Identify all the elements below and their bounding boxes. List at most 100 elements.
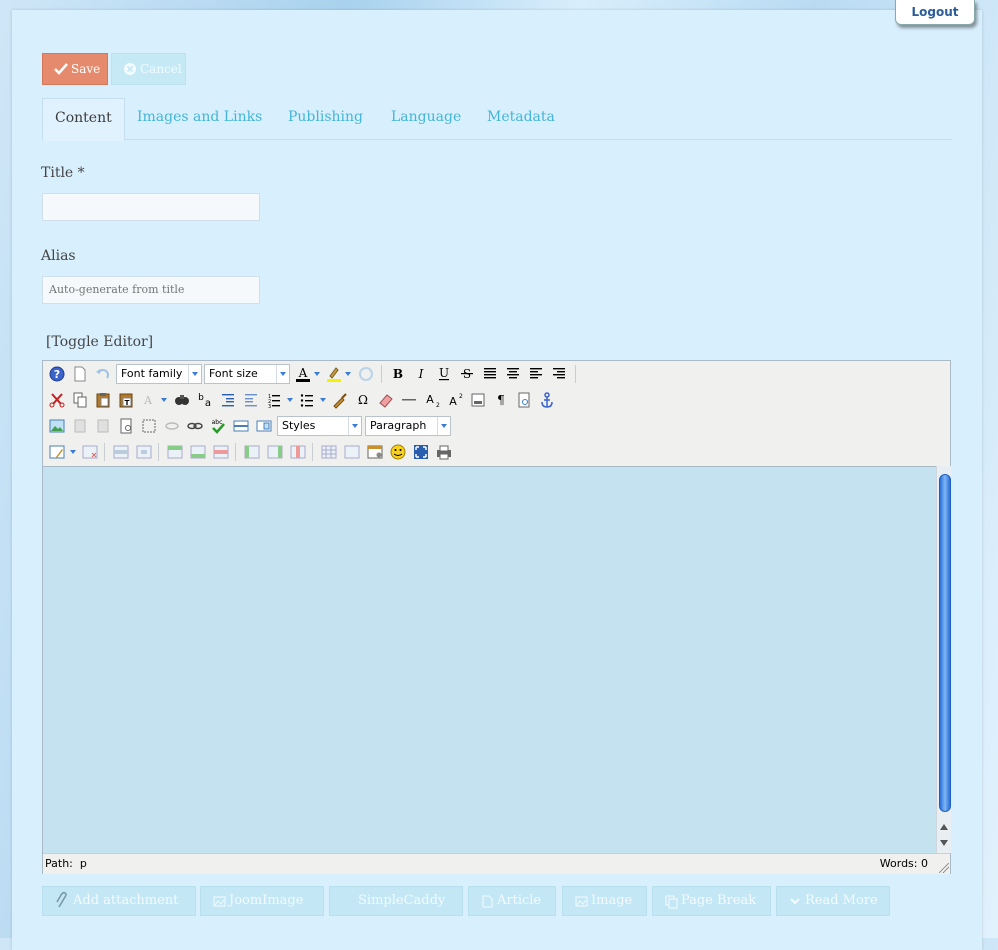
- split-cells-icon[interactable]: [319, 442, 339, 462]
- merge-cells-icon[interactable]: [342, 442, 362, 462]
- svg-text:b: b: [198, 393, 204, 403]
- anchor-icon[interactable]: [537, 390, 557, 410]
- font-family-select[interactable]: Font family: [116, 364, 202, 384]
- spellcheck-icon[interactable]: abc: [208, 416, 228, 436]
- insert-image-icon[interactable]: [47, 416, 67, 436]
- edit-table-icon[interactable]: [47, 442, 67, 462]
- add-attachment-button[interactable]: Add attachment: [42, 886, 196, 916]
- row-before-icon[interactable]: [165, 442, 185, 462]
- highlight-color-icon[interactable]: [324, 364, 344, 384]
- template-icon[interactable]: [93, 416, 113, 436]
- styles-select[interactable]: Styles: [277, 416, 362, 436]
- delete-row-icon[interactable]: [211, 442, 231, 462]
- resize-grip-icon[interactable]: [939, 863, 949, 873]
- logout-button[interactable]: Logout: [895, 0, 975, 25]
- tab-bar: Content Images and Links Publishing Lang…: [42, 98, 952, 141]
- editor-content-area[interactable]: [43, 466, 936, 854]
- format-select[interactable]: Paragraph: [365, 416, 451, 436]
- preview-icon[interactable]: [514, 390, 534, 410]
- delete-table-icon[interactable]: [80, 442, 100, 462]
- align-right-icon[interactable]: [549, 364, 569, 384]
- bullet-list-dropdown[interactable]: [319, 390, 327, 410]
- simplecaddy-button[interactable]: SimpleCaddy: [329, 886, 463, 916]
- insert-layer-icon[interactable]: [468, 390, 488, 410]
- insert-media-icon[interactable]: [70, 416, 90, 436]
- cut-icon[interactable]: [47, 390, 67, 410]
- undo-icon[interactable]: [93, 364, 113, 384]
- strikethrough-icon[interactable]: S: [457, 364, 477, 384]
- tab-content[interactable]: Content: [42, 98, 125, 141]
- col-after-icon[interactable]: [265, 442, 285, 462]
- joomimage-button[interactable]: JoomImage: [200, 886, 324, 916]
- editor-scrollbar[interactable]: [936, 466, 951, 853]
- print-icon[interactable]: [434, 442, 454, 462]
- cite-icon[interactable]: [116, 416, 136, 436]
- find-icon[interactable]: [172, 390, 192, 410]
- emoticon-icon[interactable]: [388, 442, 408, 462]
- fullscreen-icon[interactable]: [411, 442, 431, 462]
- bullet-list-icon[interactable]: [297, 390, 317, 410]
- help-icon[interactable]: ?: [47, 364, 67, 384]
- tab-language[interactable]: Language: [391, 98, 461, 139]
- horizontal-rule-icon[interactable]: [399, 390, 419, 410]
- align-center-icon[interactable]: [503, 364, 523, 384]
- eraser-icon[interactable]: [376, 390, 396, 410]
- italic-icon[interactable]: I: [411, 364, 431, 384]
- align-left-icon[interactable]: [526, 364, 546, 384]
- paperclip-icon: [55, 887, 69, 926]
- tab-publishing[interactable]: Publishing: [288, 98, 363, 139]
- row-props-icon[interactable]: [111, 442, 131, 462]
- title-input[interactable]: [42, 193, 260, 221]
- copy-icon[interactable]: [70, 390, 90, 410]
- text-color-dropdown[interactable]: [313, 364, 321, 384]
- cancel-button[interactable]: Cancel: [111, 53, 186, 85]
- highlight-dropdown[interactable]: [344, 364, 352, 384]
- insert-code-icon[interactable]: [365, 442, 385, 462]
- paste-word-icon[interactable]: A: [139, 390, 159, 410]
- delete-col-icon[interactable]: [288, 442, 308, 462]
- font-size-select[interactable]: Font size: [204, 364, 290, 384]
- paste-dropdown[interactable]: [160, 390, 168, 410]
- unlink-icon[interactable]: [162, 416, 182, 436]
- outdent-icon[interactable]: [241, 390, 261, 410]
- link-icon[interactable]: [185, 416, 205, 436]
- tab-images-and-links[interactable]: Images and Links: [137, 98, 262, 139]
- svg-text:U: U: [439, 366, 449, 380]
- redo-icon[interactable]: [356, 364, 376, 384]
- bold-icon[interactable]: B: [388, 364, 408, 384]
- new-document-icon[interactable]: [70, 364, 90, 384]
- toggle-editor-link[interactable]: [Toggle Editor]: [46, 334, 153, 350]
- special-char-icon[interactable]: Ω: [353, 390, 373, 410]
- replace-icon[interactable]: ba: [195, 390, 215, 410]
- indent-icon[interactable]: [218, 390, 238, 410]
- rich-text-editor: ? Font family Font size A B I U S T A ba…: [42, 360, 951, 874]
- cleanup-icon[interactable]: [330, 390, 350, 410]
- cell-props-icon[interactable]: [134, 442, 154, 462]
- superscript-icon[interactable]: A2: [445, 390, 465, 410]
- numbered-list-icon[interactable]: 123: [264, 390, 284, 410]
- article-button[interactable]: Article: [468, 886, 556, 916]
- underline-icon[interactable]: U: [434, 364, 454, 384]
- page-break-icon[interactable]: [231, 416, 251, 436]
- numbered-list-dropdown[interactable]: [286, 390, 294, 410]
- read-more-button[interactable]: Read More: [776, 886, 890, 916]
- edit-table-dropdown[interactable]: [69, 442, 77, 462]
- scrollbar-thumb[interactable]: [939, 474, 951, 812]
- paste-icon[interactable]: [93, 390, 113, 410]
- image-button[interactable]: Image: [562, 886, 647, 916]
- text-color-icon[interactable]: A: [293, 364, 313, 384]
- paste-text-icon[interactable]: T: [116, 390, 136, 410]
- subscript-icon[interactable]: A2: [422, 390, 442, 410]
- fullscreen-window-icon[interactable]: [254, 416, 274, 436]
- row-after-icon[interactable]: [188, 442, 208, 462]
- visual-aid-icon[interactable]: [139, 416, 159, 436]
- save-button[interactable]: Save: [42, 53, 108, 85]
- page-break-button[interactable]: Page Break: [652, 886, 771, 916]
- col-before-icon[interactable]: [242, 442, 262, 462]
- align-justify-icon[interactable]: [480, 364, 500, 384]
- tab-metadata[interactable]: Metadata: [487, 98, 555, 139]
- scroll-up-arrow[interactable]: [940, 824, 948, 830]
- pilcrow-icon[interactable]: ¶: [491, 390, 511, 410]
- scroll-down-arrow[interactable]: [940, 840, 948, 846]
- alias-input[interactable]: [42, 276, 260, 304]
